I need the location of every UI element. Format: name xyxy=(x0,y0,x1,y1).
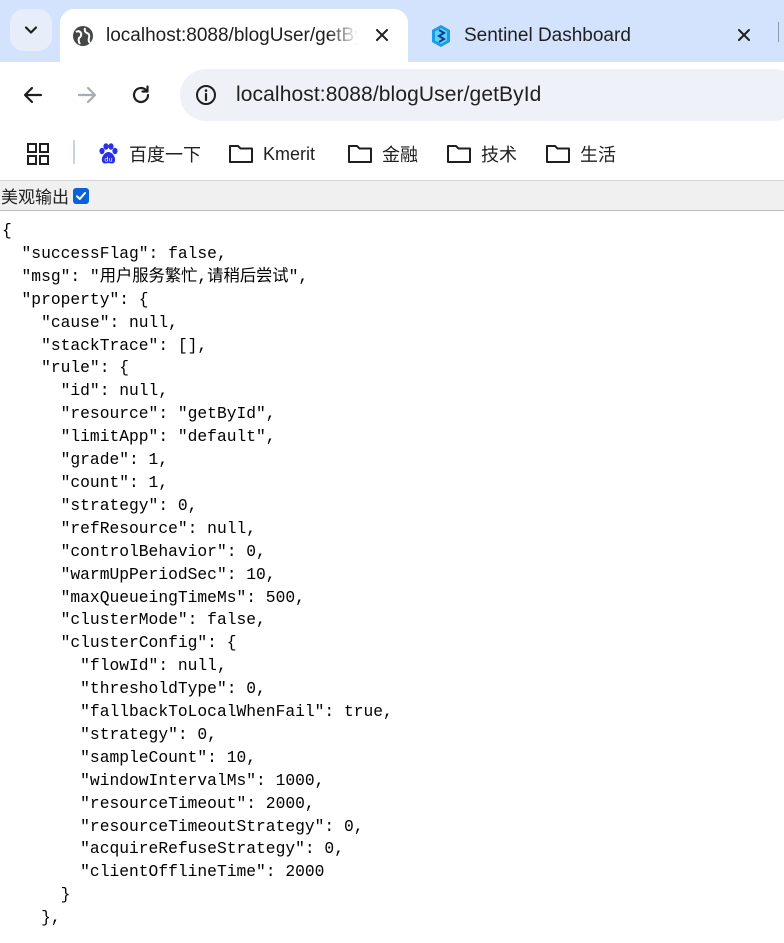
folder-icon xyxy=(546,145,570,163)
tab-title: Sentinel Dashboard xyxy=(464,24,631,46)
tab-close-button[interactable] xyxy=(732,23,756,47)
bookmark-folder-kmerit[interactable]: Kmerit xyxy=(228,138,315,170)
baidu-paw-icon: du xyxy=(99,143,118,164)
tab-divider xyxy=(778,22,779,42)
bookmark-label: 百度一下 xyxy=(129,145,201,165)
tab-search-button[interactable] xyxy=(10,9,52,51)
bookmark-label: 金融 xyxy=(382,145,418,165)
chevron-down-icon xyxy=(24,26,38,34)
folder-icon xyxy=(348,145,372,163)
bookmark-folder-life[interactable]: 生活 xyxy=(545,138,616,170)
address-bar[interactable]: localhost:8088/blogUser/getById xyxy=(180,69,784,121)
globe-icon xyxy=(73,25,93,46)
checkmark-icon xyxy=(76,191,86,200)
reload-button[interactable] xyxy=(122,76,160,114)
tab-title: localhost:8088/blogUser/getById xyxy=(106,24,358,46)
site-info-button[interactable] xyxy=(194,83,218,107)
tab-active[interactable]: localhost:8088/blogUser/getById xyxy=(60,9,408,62)
forward-button[interactable] xyxy=(68,76,106,114)
back-button[interactable] xyxy=(14,76,52,114)
pretty-print-checkbox[interactable] xyxy=(73,187,89,204)
tab-close-button[interactable] xyxy=(370,23,394,47)
pretty-print-bar: 美观输出 xyxy=(0,180,784,211)
tab-strip: localhost:8088/blogUser/getById Sentinel… xyxy=(0,0,784,62)
bookmark-label: 生活 xyxy=(580,145,616,165)
reload-icon xyxy=(132,85,150,104)
info-icon xyxy=(196,85,216,105)
apps-button[interactable] xyxy=(26,138,50,170)
folder-icon xyxy=(447,145,471,163)
arrow-left-icon xyxy=(23,86,43,104)
json-response-body: { "successFlag": false, "msg": "用户服务繁忙,请… xyxy=(2,221,393,928)
bookmarks-divider xyxy=(73,140,75,164)
url-text[interactable]: localhost:8088/blogUser/getById xyxy=(236,83,541,107)
close-icon xyxy=(376,29,388,41)
sentinel-logo-icon xyxy=(432,24,450,47)
navigation-toolbar: localhost:8088/blogUser/getById xyxy=(0,62,784,128)
tab-sentinel-dashboard[interactable]: Sentinel Dashboard xyxy=(420,9,770,62)
folder-icon xyxy=(229,145,253,163)
arrow-right-icon xyxy=(77,86,97,104)
apps-grid-icon xyxy=(27,143,49,165)
bookmark-folder-tech[interactable]: 技术 xyxy=(446,138,517,170)
bookmark-label: 技术 xyxy=(481,145,517,165)
bookmark-baidu[interactable]: du 百度一下 xyxy=(96,138,201,170)
close-icon xyxy=(738,29,750,41)
bookmark-label: Kmerit xyxy=(263,143,316,164)
pretty-print-label: 美观输出 xyxy=(1,188,69,208)
bookmarks-bar: du 百度一下 Kmerit 金融 技术 生活 xyxy=(0,128,784,180)
bookmark-folder-finance[interactable]: 金融 xyxy=(347,138,418,170)
svg-text:du: du xyxy=(104,156,112,164)
